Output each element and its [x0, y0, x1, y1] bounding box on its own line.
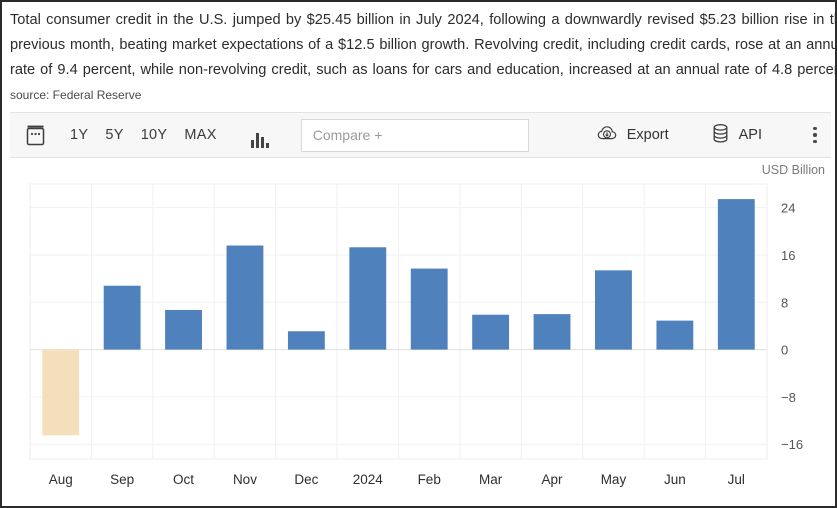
y-axis-tick-label: 24 — [781, 201, 795, 216]
x-axis-tick-label: Sep — [110, 472, 134, 487]
summary-text: Total consumer credit in the U.S. jumped… — [10, 12, 837, 78]
range-button-10y[interactable]: 10Y — [141, 127, 168, 143]
x-axis-tick-label: 2024 — [353, 472, 384, 487]
y-axis-tick-label: 16 — [781, 248, 795, 263]
x-axis-tick-label: Dec — [294, 472, 318, 487]
export-button[interactable]: Export — [597, 125, 669, 146]
y-axis-tick-label: 0 — [781, 343, 788, 358]
database-icon — [711, 123, 730, 148]
chart-unit-label: USD Billion — [761, 163, 825, 177]
api-label: API — [738, 127, 763, 143]
chart-toolbar: 1Y 5Y 10Y MAX Export — [10, 112, 831, 158]
x-axis-tick-label: Jun — [664, 472, 686, 487]
range-button-1y[interactable]: 1Y — [70, 127, 88, 143]
bar[interactable] — [717, 199, 755, 350]
chart-area: 24 16 8 0 −8 −16 Aug Sep Oct Nov Dec 2024 Feb Mar Apr M… — [10, 182, 831, 506]
bar-chart: 24 16 8 0 −8 −16 Aug Sep Oct Nov Dec 2024 Feb Mar Apr M… — [29, 183, 803, 487]
bar-chart-icon[interactable] — [247, 122, 273, 148]
bar[interactable] — [349, 247, 387, 350]
y-axis-tick-label: −8 — [781, 390, 796, 405]
cloud-download-icon — [597, 125, 618, 146]
bar[interactable] — [103, 285, 141, 350]
export-label: Export — [626, 127, 669, 143]
bar[interactable] — [42, 349, 80, 436]
x-axis-tick-label: Nov — [233, 472, 257, 487]
compare-input[interactable] — [301, 119, 528, 151]
summary-source: source: Federal Reserve — [10, 88, 142, 102]
consumer-credit-chart-widget: Total consumer credit in the U.S. jumped… — [0, 0, 837, 508]
summary-paragraph: Total consumer credit in the U.S. jumped… — [10, 8, 837, 108]
compare-field[interactable] — [300, 118, 529, 152]
calendar-icon[interactable] — [18, 118, 52, 152]
bar[interactable] — [226, 245, 264, 350]
bar[interactable] — [595, 270, 632, 350]
bar[interactable] — [472, 314, 510, 350]
range-button-5y[interactable]: 5Y — [105, 127, 123, 143]
bar[interactable] — [287, 331, 325, 350]
bar[interactable] — [656, 320, 694, 350]
x-axis-tick-label: Aug — [49, 472, 73, 487]
x-axis-tick-label: May — [601, 472, 627, 487]
api-button[interactable]: API — [711, 123, 762, 148]
x-axis-tick-label: Apr — [542, 472, 564, 487]
bar[interactable] — [165, 309, 202, 350]
y-axis-tick-label: 8 — [781, 295, 788, 310]
bar[interactable] — [533, 314, 571, 350]
x-axis-tick-label: Feb — [418, 472, 441, 487]
range-button-max[interactable]: MAX — [184, 127, 216, 143]
x-axis-tick-label: Jul — [728, 472, 745, 487]
bar[interactable] — [410, 268, 448, 350]
x-axis-tick-label: Oct — [173, 472, 194, 487]
range-selector: 1Y 5Y 10Y MAX — [70, 127, 217, 143]
x-axis-tick-label: Mar — [479, 472, 503, 487]
y-axis-tick-label: −16 — [781, 437, 803, 452]
kebab-menu-icon[interactable] — [804, 122, 826, 148]
